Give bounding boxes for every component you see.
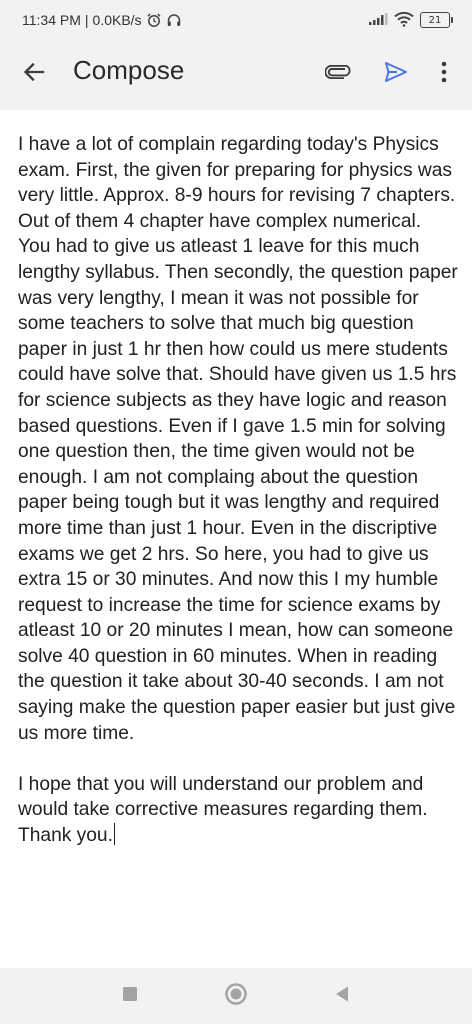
more-vert-icon (441, 61, 447, 88)
headphones-icon (166, 12, 182, 28)
compose-body-field[interactable]: I have a lot of complain regarding today… (18, 132, 458, 849)
home-button[interactable] (224, 982, 248, 1011)
app-bar: Compose (0, 40, 472, 108)
status-time: 11:34 PM (22, 12, 81, 28)
system-back-button[interactable] (330, 984, 354, 1008)
more-options-button[interactable] (430, 58, 458, 90)
status-left: 11:34 PM | 0.0KB/s (22, 12, 182, 28)
system-nav-bar (0, 968, 472, 1024)
status-bar: 11:34 PM | 0.0KB/s 21 (0, 0, 472, 40)
signal-icon (368, 12, 388, 29)
status-right: 21 (368, 11, 453, 30)
recents-square-icon (122, 986, 138, 1007)
back-triangle-icon (334, 985, 350, 1008)
home-circle-icon (224, 982, 248, 1011)
status-separator: | (84, 12, 89, 28)
attach-button[interactable] (322, 58, 354, 90)
text-cursor (113, 823, 116, 846)
battery-level: 21 (428, 14, 442, 26)
body-paragraph-1: I have a lot of complain regarding today… (18, 134, 464, 744)
page-title: Compose (73, 55, 185, 85)
alarm-icon (146, 12, 162, 28)
send-icon (384, 61, 408, 88)
back-arrow-icon (23, 61, 45, 88)
paperclip-icon (324, 64, 351, 84)
wifi-icon (394, 11, 414, 30)
back-button[interactable] (18, 58, 50, 90)
send-button[interactable] (380, 58, 412, 90)
status-network-speed: 0.0KB/s (92, 12, 142, 28)
battery-icon: 21 (420, 12, 453, 28)
compose-body-area[interactable]: I have a lot of complain regarding today… (0, 110, 472, 968)
recents-button[interactable] (118, 984, 142, 1008)
body-paragraph-2: I hope that you will understand our prob… (18, 773, 433, 847)
